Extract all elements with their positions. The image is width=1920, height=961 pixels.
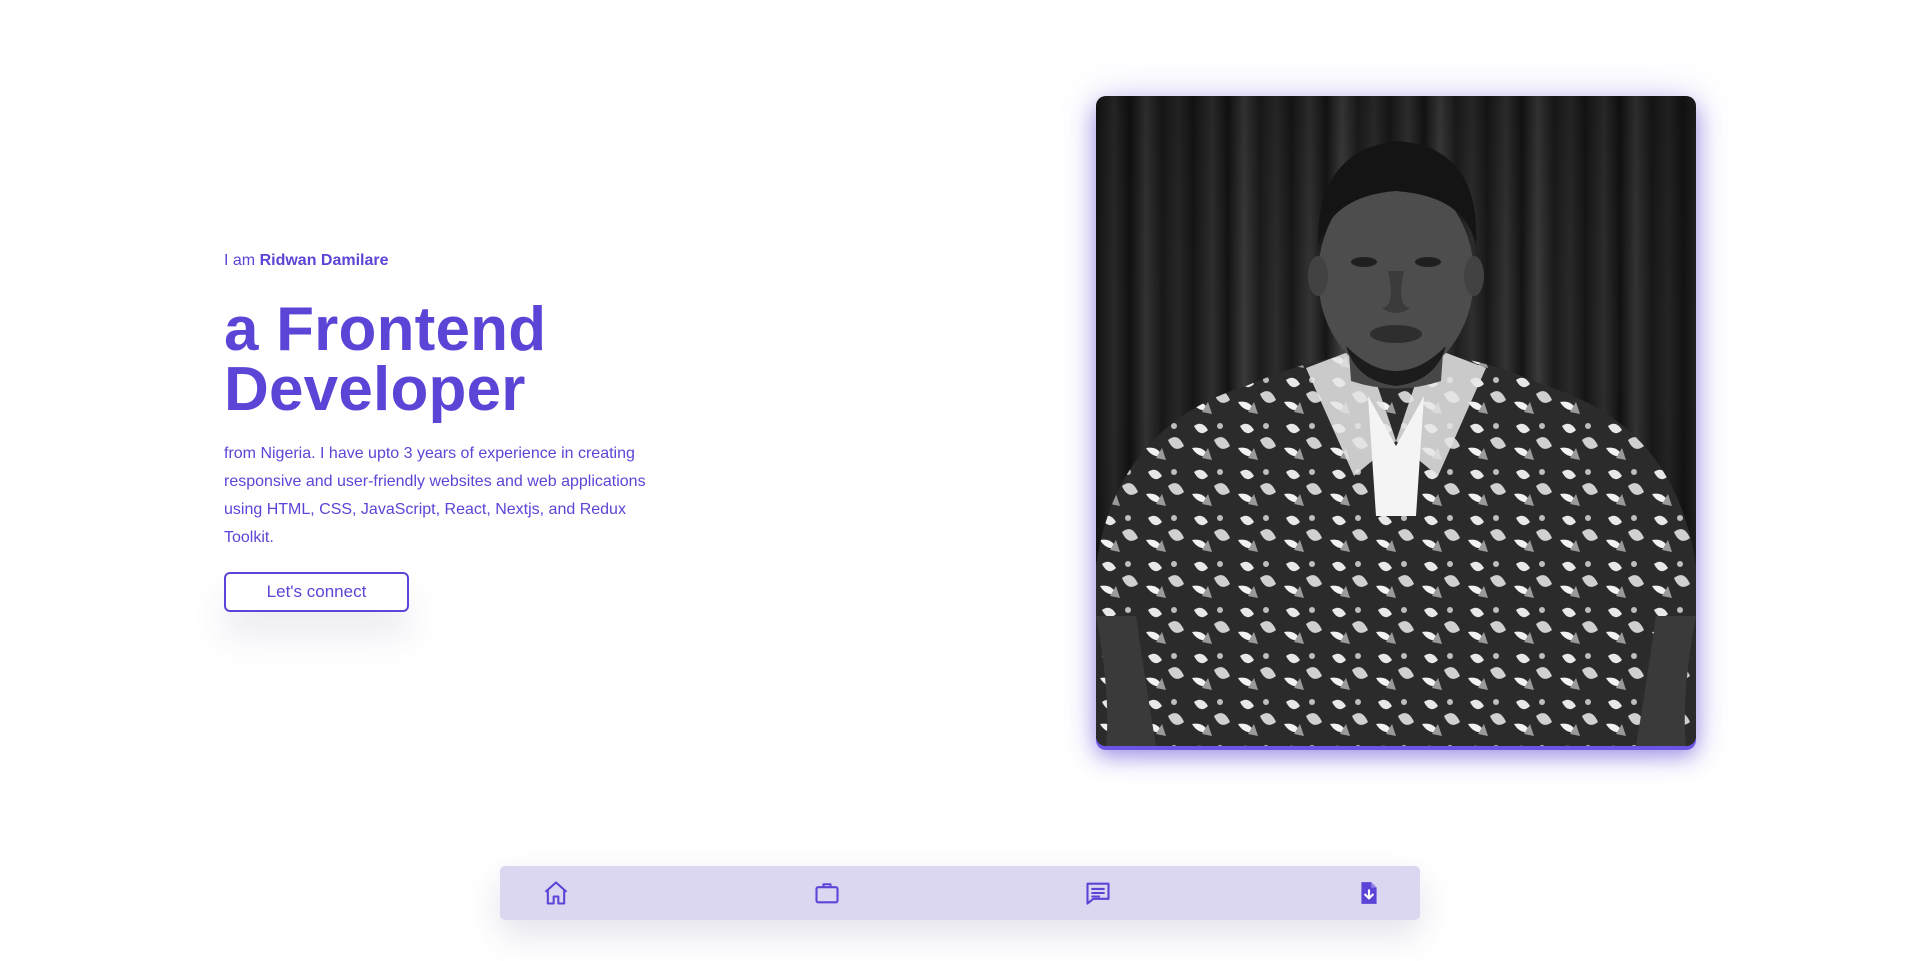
nav-home[interactable] bbox=[540, 877, 572, 909]
page: I am Ridwan Damilare a Frontend Develope… bbox=[0, 0, 1920, 961]
nav-contact[interactable] bbox=[1082, 877, 1114, 909]
home-icon bbox=[544, 881, 568, 905]
developer-name: Ridwan Damilare bbox=[259, 252, 389, 269]
intro-prefix: I am bbox=[224, 252, 256, 269]
bio-text: from Nigeria. I have upto 3 years of exp… bbox=[224, 445, 646, 546]
nav-download-cv[interactable] bbox=[1353, 877, 1385, 909]
page-title: a Frontend Developer bbox=[224, 299, 684, 421]
hero-section: I am Ridwan Damilare a Frontend Develope… bbox=[224, 252, 684, 612]
nav-portfolio[interactable] bbox=[811, 877, 843, 909]
intro-line: I am Ridwan Damilare bbox=[224, 252, 684, 270]
headline-line-1: a Frontend bbox=[224, 295, 547, 364]
portrait-photo bbox=[1096, 96, 1696, 746]
briefcase-icon bbox=[815, 883, 839, 904]
bottom-nav bbox=[500, 866, 1420, 920]
download-document-icon bbox=[1361, 882, 1377, 904]
headline-line-2: Developer bbox=[224, 355, 526, 424]
lets-connect-button[interactable]: Let's connect bbox=[224, 572, 409, 612]
portrait-illustration bbox=[1096, 96, 1696, 746]
message-icon bbox=[1086, 882, 1110, 905]
